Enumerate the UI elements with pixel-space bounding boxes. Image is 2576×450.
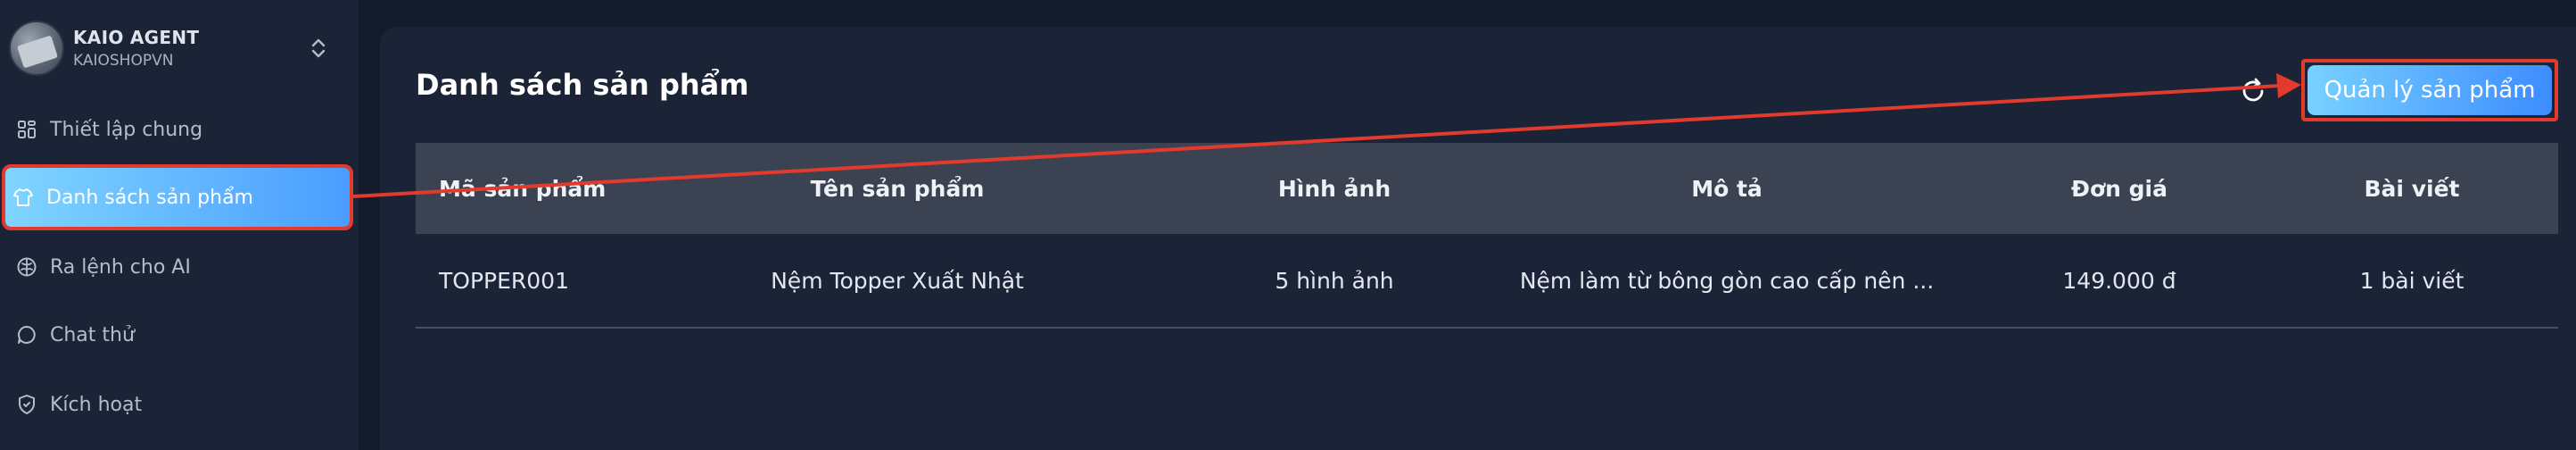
cell-description: Nệm làm từ bông gòn cao cấp nên ... xyxy=(1519,267,1935,294)
chat-icon xyxy=(16,324,37,346)
manage-products-button-label: Quản lý sản phẩm xyxy=(2308,65,2552,115)
column-header-price[interactable]: Đơn giá xyxy=(1986,176,2253,202)
app-root: KAIO AGENT KAIOSHOPVN Thiết lập chung Da… xyxy=(0,0,2576,450)
products-table: Mã sản phẩm Tên sản phẩm Hình ảnh Mô tả … xyxy=(416,143,2558,329)
table-header: Mã sản phẩm Tên sản phẩm Hình ảnh Mô tả … xyxy=(416,143,2558,234)
column-header-images[interactable]: Hình ảnh xyxy=(1201,176,1468,202)
cell-price: 149.000 đ xyxy=(2062,267,2176,294)
cell-images: 5 hình ảnh xyxy=(1275,267,1394,294)
column-header-code[interactable]: Mã sản phẩm xyxy=(416,176,755,202)
sidebar-item-label: Chat thử xyxy=(50,323,135,346)
sidebar: KAIO AGENT KAIOSHOPVN Thiết lập chung Da… xyxy=(0,0,359,450)
sidebar-item-ai-commands[interactable]: Ra lệnh cho AI xyxy=(9,239,348,295)
sidebar-item-label: Ra lệnh cho AI xyxy=(50,255,191,279)
cell-name: Nệm Topper Xuất Nhật xyxy=(771,267,1024,294)
shirt-icon xyxy=(12,187,34,208)
brain-icon xyxy=(16,256,37,278)
sidebar-item-label: Kích hoạt xyxy=(50,393,143,416)
manage-products-button[interactable]: Quản lý sản phẩm xyxy=(2301,59,2558,121)
column-header-description[interactable]: Mô tả xyxy=(1495,176,1959,202)
shield-icon xyxy=(16,394,37,415)
sidebar-item-products[interactable]: Danh sách sản phẩm xyxy=(2,164,353,230)
chevron-up-down-icon[interactable] xyxy=(309,36,328,61)
table-row[interactable]: TOPPER001 Nệm Topper Xuất Nhật 5 hình ản… xyxy=(416,234,2558,329)
sidebar-item-settings[interactable]: Thiết lập chung xyxy=(9,102,348,157)
avatar xyxy=(9,21,64,76)
grid-icon xyxy=(16,119,37,140)
account-info: KAIO AGENT KAIOSHOPVN xyxy=(73,27,199,70)
column-header-name[interactable]: Tên sản phẩm xyxy=(764,176,1031,202)
account-shop: KAIOSHOPVN xyxy=(73,52,174,70)
sidebar-item-activation[interactable]: Kích hoạt xyxy=(9,377,348,432)
sidebar-item-chat-test[interactable]: Chat thử xyxy=(9,307,348,362)
page-title: Danh sách sản phẩm xyxy=(416,68,749,102)
cell-posts: 1 bài viết xyxy=(2359,267,2465,294)
account-switcher[interactable]: KAIO AGENT KAIOSHOPVN xyxy=(9,20,341,77)
refresh-icon[interactable] xyxy=(2237,75,2269,107)
cell-code: TOPPER001 xyxy=(439,267,569,294)
account-name: KAIO AGENT xyxy=(73,27,200,48)
sidebar-item-label: Thiết lập chung xyxy=(50,118,203,141)
column-header-posts[interactable]: Bài viết xyxy=(2278,176,2546,202)
sidebar-item-label: Danh sách sản phẩm xyxy=(46,186,253,209)
